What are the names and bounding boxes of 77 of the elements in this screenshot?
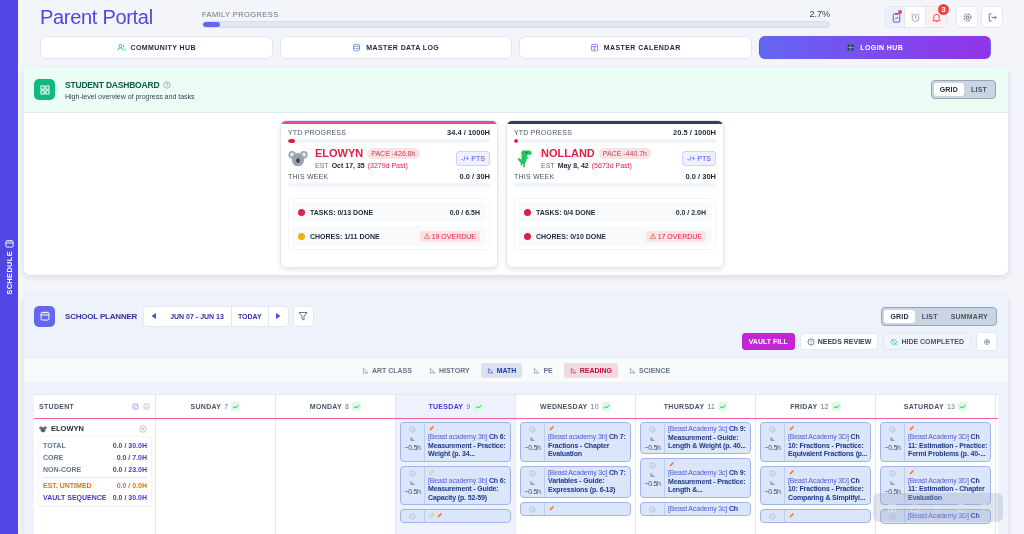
subject-icon [569,367,577,374]
check-circle-icon[interactable] [649,462,656,469]
settings-icon [961,11,973,23]
warning-icon [649,233,656,239]
check-circle-icon[interactable] [769,513,776,520]
warning-icon [423,233,430,239]
pause-icon[interactable] [139,424,147,433]
ruler-icon [529,435,536,442]
ruler-icon [769,435,776,442]
settings-button[interactable] [976,332,997,351]
logout-button[interactable] [981,6,1003,28]
people-icon [116,43,126,52]
alert-circle-icon [806,337,815,346]
check-circle-icon[interactable] [889,469,896,477]
alarm-button[interactable] [904,6,926,28]
logout-icon [986,11,998,23]
trend-icon[interactable] [958,402,968,411]
subject-icon [361,367,369,374]
check-circle-icon[interactable] [529,469,536,477]
subject-icon [428,367,436,374]
check-circle-icon[interactable] [769,426,776,433]
koala-avatar [39,424,47,433]
section-title: STUDENT DASHBOARD [65,79,160,90]
trend-icon[interactable] [231,402,241,411]
image-icon[interactable] [143,403,150,410]
filter-button[interactable] [292,305,314,327]
filter-icon [298,311,309,321]
check-circle-icon[interactable] [649,505,656,513]
database-icon [352,43,362,52]
ruler-icon [409,435,416,442]
ruler-icon [769,478,776,486]
check-circle-icon[interactable] [529,505,536,513]
student-name: NOLLAND [541,147,595,159]
task-card[interactable] [520,501,631,516]
trend-icon[interactable] [352,402,362,411]
check-circle-icon[interactable] [769,469,776,477]
section-title: SCHOOL PLANNER [65,311,138,321]
check-circle-icon[interactable] [649,426,656,433]
tasks-button[interactable] [885,6,907,28]
subject-icon [629,367,636,374]
student-name: ELOWYN [315,147,364,159]
check-circle-icon[interactable] [889,426,896,433]
check-circle-icon[interactable] [409,426,416,433]
ruler-icon [889,435,896,442]
check-circle-icon[interactable] [409,469,416,477]
app-title: Parent Portal [40,5,154,29]
ruler-icon [649,435,656,442]
trend-icon[interactable] [831,402,841,411]
check-circle-icon[interactable] [529,426,536,433]
subject-icon [533,367,541,374]
settings-button[interactable] [956,6,978,28]
koala-avatar [288,148,308,168]
bell-icon [930,11,942,23]
left-arrow-icon [149,312,158,320]
trend-icon[interactable] [473,402,483,411]
subject-icon [486,367,494,374]
progress-value: 2.7% [809,8,830,19]
settings-icon [982,337,991,346]
trend-icon[interactable] [601,402,611,411]
check-circle-icon[interactable] [889,513,896,520]
right-arrow-icon [274,312,283,320]
trend-icon[interactable] [718,402,728,411]
ruler-icon [649,471,656,478]
task-card[interactable] [760,509,871,523]
eye-off-icon [890,337,899,346]
planner-icon [34,305,55,327]
help-icon[interactable] [163,80,172,89]
edit-icon[interactable] [132,403,139,410]
notifications-button[interactable]: 3 [925,6,947,28]
notification-badge: 3 [938,4,949,15]
ruler-icon [889,478,896,486]
ruler-icon [529,478,536,486]
task-card[interactable] [400,509,511,523]
alarm-icon [909,11,921,23]
ruler-icon [409,478,416,486]
dashboard-icon [34,79,55,100]
check-circle-icon[interactable] [409,513,416,520]
